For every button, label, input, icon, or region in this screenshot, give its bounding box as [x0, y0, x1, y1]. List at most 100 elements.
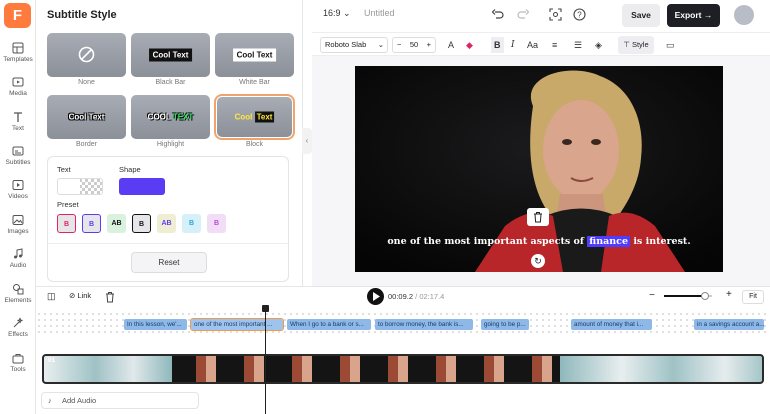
zoom-slider[interactable]: [664, 292, 712, 300]
undo-icon[interactable]: [492, 9, 504, 20]
preset-item[interactable]: AB: [107, 214, 126, 233]
comment-icon[interactable]: ▭: [666, 37, 675, 53]
rail-item-subtitles[interactable]: Subtitles: [0, 145, 36, 166]
style-tile-white-bar[interactable]: Cool Text: [215, 33, 294, 77]
preset-item[interactable]: B: [57, 214, 76, 233]
text-color-icon[interactable]: A: [448, 37, 454, 53]
style-button[interactable]: ⊤ Style: [618, 36, 654, 54]
preset-item[interactable]: B: [82, 214, 101, 233]
italic-icon[interactable]: I: [511, 37, 515, 53]
videos-icon: [12, 180, 24, 190]
reset-button[interactable]: Reset: [131, 252, 207, 273]
caption-highlight: finance: [587, 236, 631, 247]
subtitle-clip[interactable]: amount of money that i...: [571, 319, 652, 330]
subtitle-caption[interactable]: one of the most important aspects of fin…: [355, 236, 723, 247]
rail-label: Text: [12, 125, 24, 132]
rail-label: Videos: [8, 193, 28, 200]
subtitle-clip[interactable]: In this lesson, we'...: [124, 319, 187, 330]
text-case-icon[interactable]: Aa: [527, 37, 538, 53]
rail-item-text[interactable]: Text: [0, 111, 36, 132]
link-button[interactable]: ⊘ Link: [69, 291, 91, 300]
help-icon[interactable]: ?: [573, 8, 586, 21]
export-button[interactable]: Export →: [667, 4, 720, 27]
screenshot-icon[interactable]: [549, 8, 562, 21]
style-tile-highlight[interactable]: COOL TEXT: [131, 95, 210, 139]
rail-item-media[interactable]: Media: [0, 76, 36, 97]
style-tile-none[interactable]: [47, 33, 126, 77]
subtitle-clip[interactable]: going to be p...: [481, 319, 529, 330]
aspect-ratio-value: 16:9: [323, 8, 341, 18]
style-label: Black Bar: [155, 79, 186, 86]
rail-label: Audio: [9, 262, 27, 269]
export-label: Export: [674, 10, 702, 20]
preset-item[interactable]: B: [207, 214, 226, 233]
avatar[interactable]: [734, 5, 754, 25]
tools-icon: [12, 354, 24, 364]
play-button[interactable]: [367, 288, 384, 305]
line-spacing-icon[interactable]: ☰: [574, 37, 582, 53]
zoom-in-icon[interactable]: +: [726, 289, 732, 300]
delete-caption-button[interactable]: [527, 208, 549, 226]
subtitle-clip[interactable]: one of the most important ...: [190, 318, 284, 331]
video-track[interactable]: 01: [42, 354, 764, 384]
clip-thumbnail: [560, 356, 762, 382]
trash-icon[interactable]: [105, 291, 115, 303]
rail-item-effects[interactable]: Effects: [0, 317, 36, 338]
chevron-down-icon: ⌄: [377, 40, 384, 49]
subtitles-icon: [12, 146, 24, 156]
font-size-value: 50: [409, 40, 419, 49]
music-note-icon: ♪: [48, 396, 52, 405]
layers-icon[interactable]: ◈: [595, 37, 602, 53]
playhead-handle[interactable]: [262, 305, 269, 312]
save-button[interactable]: Save: [622, 4, 660, 27]
rail-label: Images: [7, 228, 29, 235]
playhead[interactable]: [265, 306, 266, 414]
subtitle-clip[interactable]: to borrow money, the bank is...: [375, 319, 473, 330]
rail-item-templates[interactable]: Templates: [0, 42, 36, 63]
style-sample: Cool Text: [68, 112, 105, 122]
style-sample-part: TEXT: [172, 112, 194, 122]
fit-button[interactable]: Fit: [742, 290, 764, 304]
font-family-value: Roboto Slab: [325, 40, 367, 49]
text-color-swatch[interactable]: [57, 178, 103, 195]
link-label: Link: [77, 291, 92, 300]
collapse-panel-button[interactable]: ‹: [302, 128, 312, 154]
time-separator: /: [415, 292, 418, 301]
fill-color-icon[interactable]: ◆: [466, 37, 473, 53]
style-tile-block[interactable]: Cool Text: [214, 94, 295, 140]
video-frame[interactable]: one of the most important aspects of fin…: [355, 66, 723, 272]
time-readout: 00:09.2 / 02:17.4: [388, 292, 444, 301]
preset-item[interactable]: B: [182, 214, 201, 233]
rail-item-audio[interactable]: Audio: [0, 248, 36, 269]
rail-item-videos[interactable]: Videos: [0, 179, 36, 200]
add-audio-button[interactable]: ♪ Add Audio: [41, 392, 199, 409]
preset-item[interactable]: B: [132, 214, 151, 233]
plus-icon[interactable]: +: [427, 38, 431, 52]
chevron-left-icon: ‹: [305, 136, 309, 145]
subtitle-clip[interactable]: When I go to a bank or s...: [287, 319, 371, 330]
zoom-out-icon[interactable]: −: [649, 290, 655, 301]
rail-item-elements[interactable]: Elements: [0, 283, 36, 304]
aspect-ratio-select[interactable]: 16:9 ⌄: [323, 8, 351, 19]
rotate-handle[interactable]: ↻: [531, 254, 545, 268]
font-family-select[interactable]: Roboto Slab ⌄: [320, 37, 388, 53]
style-sample: Cool Text: [232, 48, 277, 62]
style-tile-black-bar[interactable]: Cool Text: [131, 33, 210, 77]
align-center-icon[interactable]: ≡: [552, 37, 557, 53]
rail-item-tools[interactable]: Tools: [0, 352, 36, 373]
style-button-label: Style: [631, 40, 649, 49]
app-logo[interactable]: F: [4, 3, 31, 28]
bold-icon[interactable]: B: [491, 37, 504, 53]
rail-item-images[interactable]: Images: [0, 214, 36, 235]
preset-item[interactable]: AB: [157, 214, 176, 233]
minus-icon[interactable]: −: [397, 38, 401, 52]
zoom-slider-knob[interactable]: [700, 292, 709, 300]
font-size-stepper[interactable]: −50 +: [392, 37, 436, 53]
style-tile-border[interactable]: Cool Text: [47, 95, 126, 139]
subtitle-clip[interactable]: in a savings account a...: [694, 319, 764, 330]
svg-text:?: ?: [577, 10, 582, 19]
shape-color-swatch[interactable]: [119, 178, 165, 195]
redo-icon[interactable]: [517, 9, 529, 20]
split-icon[interactable]: ◫: [47, 291, 56, 302]
project-title[interactable]: Untitled: [364, 8, 395, 18]
